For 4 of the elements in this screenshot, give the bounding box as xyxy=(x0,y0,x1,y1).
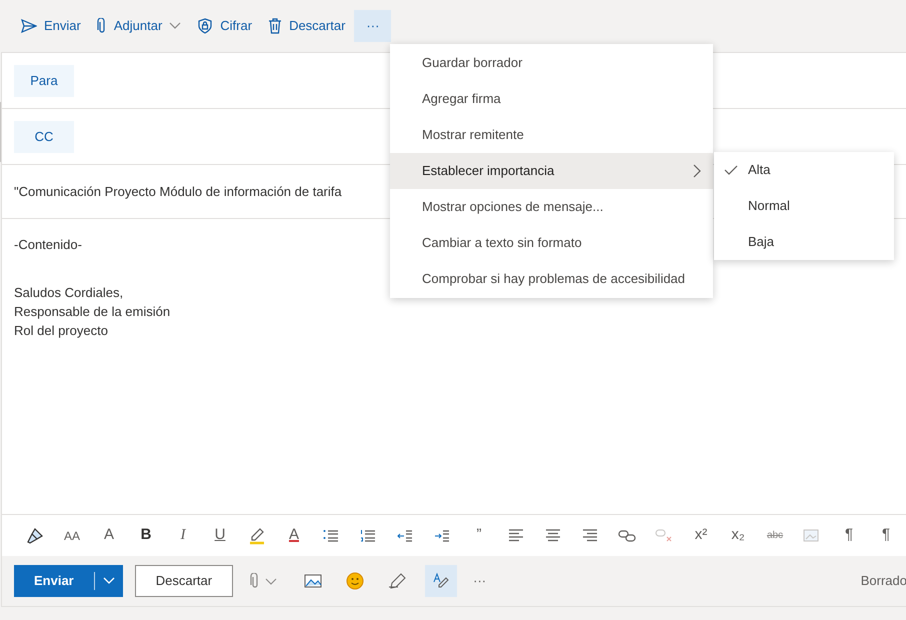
body-text: -Contenido- xyxy=(14,236,82,254)
body-text: Saludos Cordiales, xyxy=(14,284,124,302)
body-text: Rol del proyecto xyxy=(14,322,108,340)
body-text: Responsable de la emisión xyxy=(14,303,170,321)
